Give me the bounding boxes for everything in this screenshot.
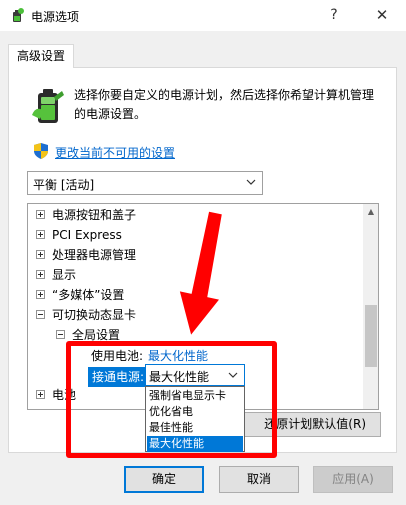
- tree-item-label: 处理器电源管理: [52, 248, 137, 262]
- tree-item-label: 电源按钮和盖子: [52, 208, 137, 222]
- battery-plan-icon: [32, 89, 64, 123]
- help-button[interactable]: ?: [323, 4, 345, 26]
- red-highlight-box: [66, 341, 277, 458]
- power-plan-dropdown[interactable]: 平衡 [活动]: [27, 171, 263, 195]
- scroll-up-arrow-icon[interactable]: ▲: [363, 204, 378, 220]
- expand-plus-icon[interactable]: [36, 210, 45, 219]
- power-plan-value: 平衡 [活动]: [33, 178, 95, 192]
- collapse-minus-icon[interactable]: [56, 330, 65, 339]
- window-title: 电源选项: [31, 10, 80, 24]
- uac-shield-icon: [34, 143, 48, 159]
- expand-plus-icon[interactable]: [36, 230, 45, 239]
- tree-item-label: 可切换动态显卡: [52, 308, 137, 322]
- tree-item-label: PCI Express: [52, 228, 122, 242]
- cancel-button[interactable]: 取消: [219, 466, 299, 493]
- description-text: 选择你要自定义的电源计划，然后选择你希望计算机管理的电源设置。: [74, 88, 375, 121]
- power-options-icon: [13, 8, 24, 22]
- collapse-minus-icon[interactable]: [36, 310, 45, 319]
- scroll-thumb[interactable]: [365, 305, 377, 367]
- expand-plus-icon[interactable]: [36, 290, 45, 299]
- apply-button[interactable]: 应用(A): [313, 466, 393, 493]
- ok-button[interactable]: 确定: [124, 466, 204, 493]
- change-settings-link[interactable]: 更改当前不可用的设置: [55, 144, 175, 161]
- close-button[interactable]: ✕: [371, 4, 393, 26]
- tree-item-label: 显示: [52, 268, 77, 282]
- tree-item-label: “多媒体”设置: [52, 288, 125, 302]
- expand-plus-icon[interactable]: [36, 270, 45, 279]
- expand-plus-icon[interactable]: [36, 250, 45, 259]
- tree-scrollbar[interactable]: ▲: [363, 204, 378, 409]
- expand-plus-icon[interactable]: [36, 390, 45, 399]
- chevron-down-icon: [246, 179, 256, 185]
- title-bar: 电源选项 ? ✕: [0, 0, 406, 31]
- tab-advanced-settings[interactable]: 高级设置: [8, 44, 74, 68]
